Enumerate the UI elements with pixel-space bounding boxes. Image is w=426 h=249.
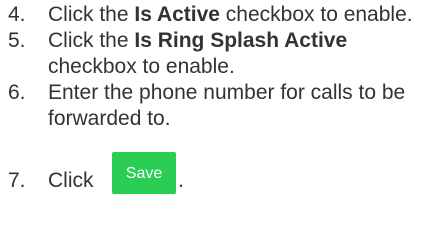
step-number: 6. — [8, 81, 26, 104]
step-number: 4. — [8, 3, 26, 26]
step-text-post: checkbox to enable. — [219, 3, 413, 26]
step-7: 7. Click Save . — [0, 152, 426, 194]
step-suffix: . — [178, 169, 184, 192]
step-text-pre: Enter the phone number for calls to be f… — [48, 81, 406, 130]
save-button[interactable]: Save — [112, 152, 176, 194]
instruction-list: 4. Click the Is Active checkbox to enabl… — [0, 0, 426, 194]
step-text-bold: Is Active — [134, 3, 220, 26]
step-text-post: checkbox to enable. — [48, 55, 235, 78]
step-text-pre: Click the — [48, 3, 135, 26]
step-text-bold: Is Ring Splash Active — [134, 29, 348, 52]
step-5: 5. Click the Is Ring Splash Active check… — [0, 28, 426, 80]
step-number: 7. — [8, 169, 26, 192]
step-4: 4. Click the Is Active checkbox to enabl… — [0, 2, 426, 28]
step-number: 5. — [8, 29, 26, 52]
step-6: 6. Enter the phone number for calls to b… — [0, 80, 426, 132]
step-text-pre: Click the — [48, 29, 135, 52]
step-text: Click — [48, 169, 94, 192]
